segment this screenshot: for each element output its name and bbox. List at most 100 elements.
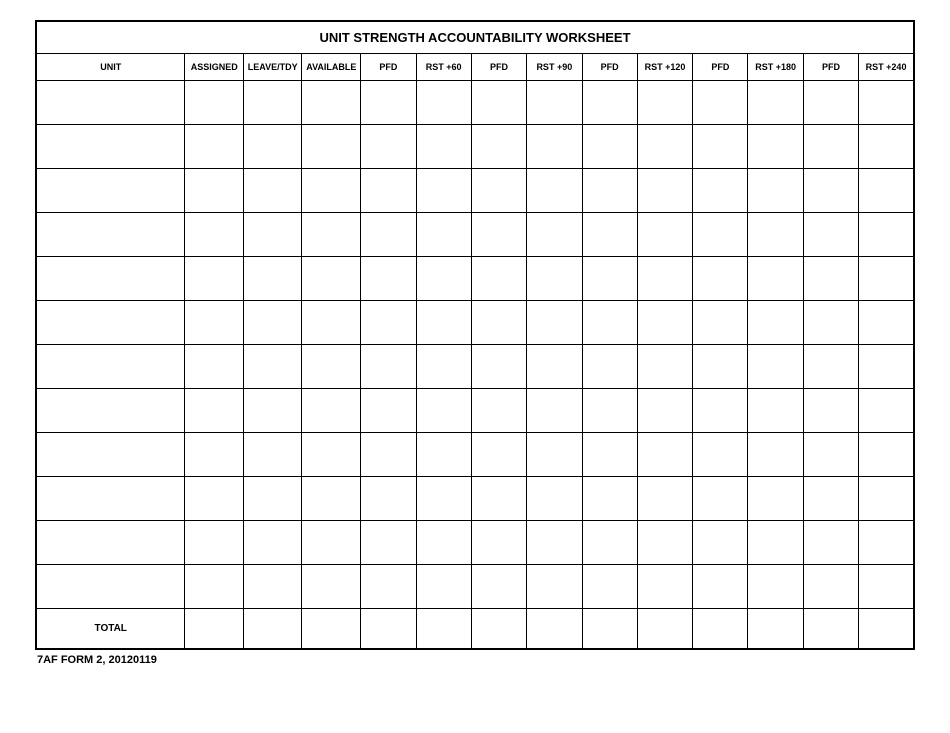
cell[interactable] [361,345,416,389]
cell[interactable] [803,565,858,609]
cell[interactable] [471,257,526,301]
cell[interactable] [243,125,302,169]
cell[interactable] [803,125,858,169]
cell[interactable] [527,257,582,301]
cell[interactable] [637,169,692,213]
cell[interactable] [748,345,803,389]
cell[interactable] [693,521,748,565]
cell[interactable] [859,477,914,521]
cell[interactable] [693,389,748,433]
cell[interactable] [859,301,914,345]
cell[interactable] [416,81,471,125]
cell[interactable] [803,301,858,345]
total-cell[interactable] [416,609,471,649]
cell[interactable] [527,345,582,389]
cell[interactable] [803,433,858,477]
cell[interactable] [302,213,361,257]
cell[interactable] [693,81,748,125]
cell[interactable] [582,257,637,301]
cell[interactable] [185,433,244,477]
cell[interactable] [582,81,637,125]
cell[interactable] [748,433,803,477]
cell[interactable] [243,565,302,609]
total-cell[interactable] [302,609,361,649]
cell[interactable] [527,81,582,125]
cell[interactable] [243,521,302,565]
cell[interactable] [859,433,914,477]
cell[interactable] [693,477,748,521]
cell[interactable] [582,125,637,169]
cell[interactable] [748,521,803,565]
cell[interactable] [243,477,302,521]
cell[interactable] [471,521,526,565]
cell[interactable] [803,345,858,389]
cell[interactable] [416,389,471,433]
cell[interactable] [637,125,692,169]
cell[interactable] [36,301,185,345]
cell[interactable] [693,125,748,169]
cell[interactable] [471,81,526,125]
cell[interactable] [803,213,858,257]
cell[interactable] [471,477,526,521]
cell[interactable] [361,521,416,565]
cell[interactable] [302,257,361,301]
total-cell[interactable] [185,609,244,649]
cell[interactable] [859,389,914,433]
cell[interactable] [748,565,803,609]
cell[interactable] [302,125,361,169]
cell[interactable] [527,389,582,433]
cell[interactable] [185,565,244,609]
cell[interactable] [859,81,914,125]
cell[interactable] [36,125,185,169]
cell[interactable] [637,345,692,389]
cell[interactable] [185,477,244,521]
cell[interactable] [416,169,471,213]
cell[interactable] [527,169,582,213]
cell[interactable] [748,213,803,257]
cell[interactable] [243,345,302,389]
cell[interactable] [302,477,361,521]
cell[interactable] [859,257,914,301]
cell[interactable] [693,169,748,213]
cell[interactable] [637,257,692,301]
cell[interactable] [471,433,526,477]
total-cell[interactable] [859,609,914,649]
cell[interactable] [859,565,914,609]
cell[interactable] [637,301,692,345]
cell[interactable] [416,257,471,301]
cell[interactable] [637,477,692,521]
cell[interactable] [361,301,416,345]
cell[interactable] [36,345,185,389]
cell[interactable] [582,389,637,433]
cell[interactable] [637,81,692,125]
cell[interactable] [361,125,416,169]
cell[interactable] [582,169,637,213]
cell[interactable] [748,389,803,433]
cell[interactable] [859,213,914,257]
cell[interactable] [416,125,471,169]
total-cell[interactable] [637,609,692,649]
cell[interactable] [416,213,471,257]
cell[interactable] [185,257,244,301]
cell[interactable] [36,477,185,521]
cell[interactable] [527,213,582,257]
cell[interactable] [471,301,526,345]
cell[interactable] [361,433,416,477]
cell[interactable] [693,565,748,609]
cell[interactable] [527,301,582,345]
cell[interactable] [859,125,914,169]
cell[interactable] [582,301,637,345]
cell[interactable] [185,389,244,433]
cell[interactable] [36,169,185,213]
cell[interactable] [416,301,471,345]
cell[interactable] [36,257,185,301]
cell[interactable] [637,521,692,565]
cell[interactable] [302,389,361,433]
cell[interactable] [748,301,803,345]
cell[interactable] [471,389,526,433]
cell[interactable] [582,433,637,477]
cell[interactable] [243,169,302,213]
cell[interactable] [471,213,526,257]
cell[interactable] [748,169,803,213]
cell[interactable] [582,521,637,565]
